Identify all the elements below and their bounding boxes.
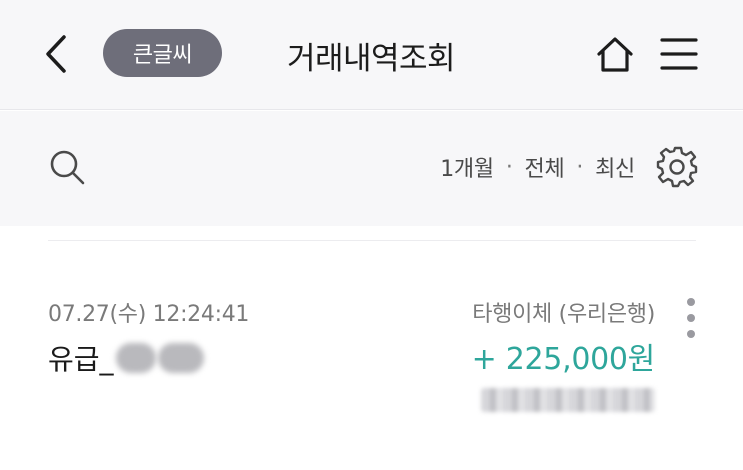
redacted-balance-bar — [481, 388, 655, 412]
filter-type: 전체 — [524, 157, 565, 182]
transaction-amount: + 225,000원 — [471, 342, 656, 377]
home-icon — [597, 37, 633, 72]
more-vertical-icon-dot — [687, 330, 695, 338]
redacted-name-part — [115, 343, 156, 373]
home-button[interactable] — [594, 33, 636, 75]
settings-button[interactable] — [656, 145, 700, 189]
transaction-counterparty: 유급_ — [48, 338, 204, 378]
counterparty-name-prefix: 유급_ — [48, 343, 114, 376]
list-divider — [48, 240, 696, 241]
chevron-left-icon — [46, 35, 66, 73]
filter-summary-button[interactable]: 1개월 · 전체 · 최신 — [440, 146, 635, 188]
redacted-balance — [481, 388, 655, 412]
filter-separator: · — [576, 154, 584, 180]
more-vertical-icon — [687, 298, 695, 306]
search-button[interactable] — [46, 146, 88, 188]
large-text-label: 큰글씨 — [132, 43, 193, 68]
page-title: 거래내역조회 — [286, 40, 456, 77]
gear-icon — [656, 146, 698, 188]
filter-period: 1개월 — [440, 157, 494, 182]
transfer-type: 타행이체 (우리은행) — [472, 302, 655, 327]
back-button[interactable] — [36, 30, 76, 78]
filter-order: 최신 — [595, 157, 635, 182]
large-text-toggle-button[interactable]: 큰글씨 — [103, 29, 222, 77]
menu-button[interactable] — [658, 33, 700, 75]
more-options-button[interactable] — [676, 296, 706, 340]
filter-separator: · — [505, 154, 513, 180]
more-vertical-icon-dot — [687, 314, 695, 322]
transaction-datetime: 07.27(수) 12:24:41 — [48, 302, 250, 327]
hamburger-menu-icon — [660, 38, 698, 70]
transaction-item[interactable]: 07.27(수) 12:24:41 유급_ 타행이체 (우리은행) + 225,… — [0, 280, 743, 430]
search-icon — [50, 150, 85, 185]
redacted-name-part — [157, 343, 204, 373]
